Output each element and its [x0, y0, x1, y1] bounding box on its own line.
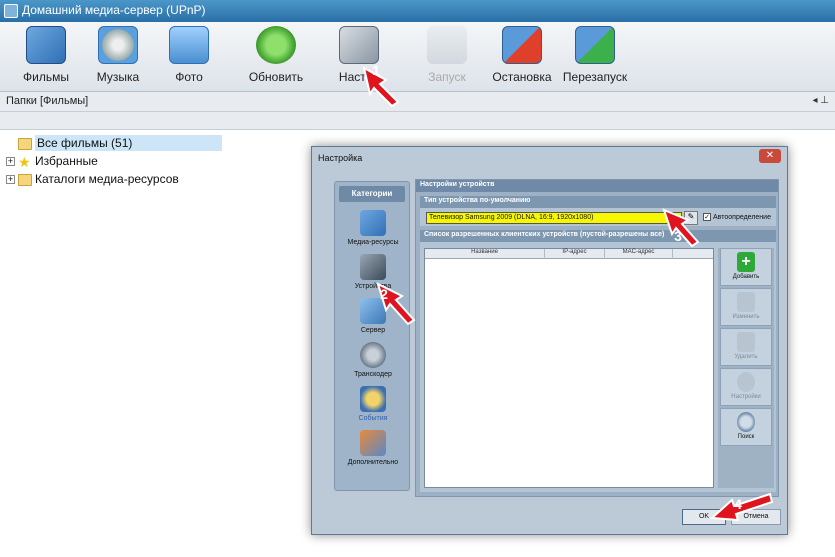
refresh-icon — [256, 26, 296, 64]
category-label: События — [358, 415, 388, 422]
annotation-arrow-4: 4 — [708, 490, 778, 530]
additional-icon — [360, 430, 386, 456]
photo-icon — [169, 26, 209, 64]
toolbar: Фильмы Музыка Фото Обновить Настро Запус… — [0, 22, 835, 92]
categories-panel: Категории Медиа-ресурсы Устройства Серве… — [334, 181, 410, 491]
window-title: Домашний медиа-сервер (UPnP) — [22, 3, 206, 17]
films-button[interactable]: Фильмы — [10, 26, 82, 88]
pin-icon[interactable]: ◂ ⊥ — [812, 95, 829, 106]
start-label: Запуск — [428, 70, 466, 84]
edit-label: Изменить — [732, 314, 760, 320]
star-icon: ★ — [18, 153, 31, 170]
folder-icon — [18, 173, 32, 186]
edit-icon — [737, 292, 755, 312]
search-label: Поиск — [737, 434, 755, 440]
category-label: Дополнительно — [347, 459, 399, 466]
category-media-resources[interactable]: Медиа-ресурсы — [335, 210, 411, 246]
settings-small-icon — [737, 372, 755, 392]
edit-button[interactable]: Изменить — [720, 288, 772, 326]
tree-item-favorites[interactable]: + ★ Избранные — [6, 152, 98, 170]
tree-item-label: Каталоги медиа-ресурсов — [35, 172, 179, 186]
app-icon — [4, 4, 18, 18]
media-resources-icon — [360, 210, 386, 236]
stop-icon — [502, 26, 542, 64]
tree-item-label: Избранные — [35, 154, 98, 168]
devices-icon — [360, 254, 386, 280]
settings-dialog: Настройка ✕ Категории Медиа-ресурсы Устр… — [311, 146, 788, 535]
tree-item-label: Все фильмы (51) — [35, 135, 223, 151]
default-device-type-section: Тип устройства по-умолчанию Телевизор Sa… — [420, 196, 776, 226]
search-icon — [737, 412, 755, 432]
device-type-value: Телевизор Samsung 2009 (DLNA, 16:9, 1920… — [429, 214, 594, 221]
annotation-number: 4 — [734, 496, 742, 512]
device-type-select[interactable]: Телевизор Samsung 2009 (DLNA, 16:9, 1920… — [426, 212, 682, 224]
annotation-number: 1 — [372, 62, 380, 78]
start-icon — [427, 26, 467, 64]
add-button[interactable]: + Добавить — [720, 248, 772, 286]
events-icon — [360, 386, 386, 412]
category-transcoder[interactable]: Транскодер — [335, 342, 411, 378]
stop-button[interactable]: Остановка — [486, 26, 558, 88]
annotation-arrow-3: 3 — [660, 206, 710, 256]
category-events[interactable]: События — [335, 386, 411, 422]
default-device-type-header: Тип устройства по-умолчанию — [420, 196, 776, 208]
photo-label: Фото — [175, 70, 203, 84]
music-label: Музыка — [96, 70, 140, 84]
delete-icon — [737, 332, 755, 352]
device-settings-panel: Настройки устройств Тип устройства по-ум… — [415, 179, 779, 497]
category-label: Медиа-ресурсы — [347, 239, 399, 246]
music-icon — [98, 26, 138, 64]
panel-title: Папки [Фильмы] — [6, 95, 89, 107]
add-label: Добавить — [732, 274, 760, 280]
add-icon: + — [737, 252, 755, 272]
photo-button[interactable]: Фото — [153, 26, 225, 88]
annotation-arrow-2: 2 — [372, 280, 422, 330]
allowed-clients-section: Список разрешенных клиентских устройств … — [420, 230, 776, 492]
client-settings-label: Настройки — [731, 394, 761, 400]
films-icon — [26, 26, 66, 64]
folder-open-icon — [18, 137, 32, 150]
tree-item-media-catalogs[interactable]: + Каталоги медиа-ресурсов — [6, 170, 179, 188]
allowed-clients-header: Список разрешенных клиентских устройств … — [420, 230, 776, 242]
column-ip[interactable]: IP-адрес — [545, 249, 605, 259]
folders-panel-header: Папки [Фильмы] ◂ ⊥ — [0, 92, 835, 112]
column-name[interactable]: Название — [425, 249, 545, 259]
category-additional[interactable]: Дополнительно — [335, 430, 411, 466]
annotation-arrow-1: 1 — [356, 58, 406, 108]
stop-label: Остановка — [492, 70, 552, 84]
restart-button[interactable]: Перезапуск — [559, 26, 631, 88]
restart-icon — [575, 26, 615, 64]
delete-label: Удалить — [734, 354, 758, 360]
clients-table[interactable]: Название IP-адрес MAC-адрес — [424, 248, 714, 488]
search-button[interactable]: Поиск — [720, 408, 772, 446]
clients-actions: + Добавить Изменить Удалить Настройки По… — [718, 248, 774, 488]
close-icon[interactable]: ✕ — [759, 149, 781, 163]
dialog-title: Настройка — [318, 153, 363, 163]
annotation-number: 2 — [380, 286, 388, 302]
restart-label: Перезапуск — [562, 70, 628, 84]
device-settings-header: Настройки устройств — [416, 180, 778, 192]
auto-detect-label: Автоопределение — [713, 213, 771, 221]
music-button[interactable]: Музыка — [82, 26, 154, 88]
transcoder-icon — [360, 342, 386, 368]
films-label: Фильмы — [23, 70, 69, 84]
title-bar: Домашний медиа-сервер (UPnP) — [0, 0, 835, 22]
tree-item-all-films[interactable]: Все фильмы (51) — [18, 134, 223, 152]
annotation-number: 3 — [674, 228, 682, 244]
category-label: Транскодер — [354, 371, 392, 378]
auto-detect-checkbox[interactable]: ✓ Автоопределение — [703, 213, 771, 221]
expand-icon[interactable]: + — [6, 157, 15, 167]
panel-band — [0, 112, 835, 130]
expand-icon[interactable]: + — [6, 175, 15, 185]
refresh-label: Обновить — [248, 70, 304, 84]
refresh-button[interactable]: Обновить — [240, 26, 312, 88]
client-settings-button[interactable]: Настройки — [720, 368, 772, 406]
categories-header: Категории — [339, 186, 405, 202]
start-button[interactable]: Запуск — [411, 26, 483, 88]
delete-button[interactable]: Удалить — [720, 328, 772, 366]
